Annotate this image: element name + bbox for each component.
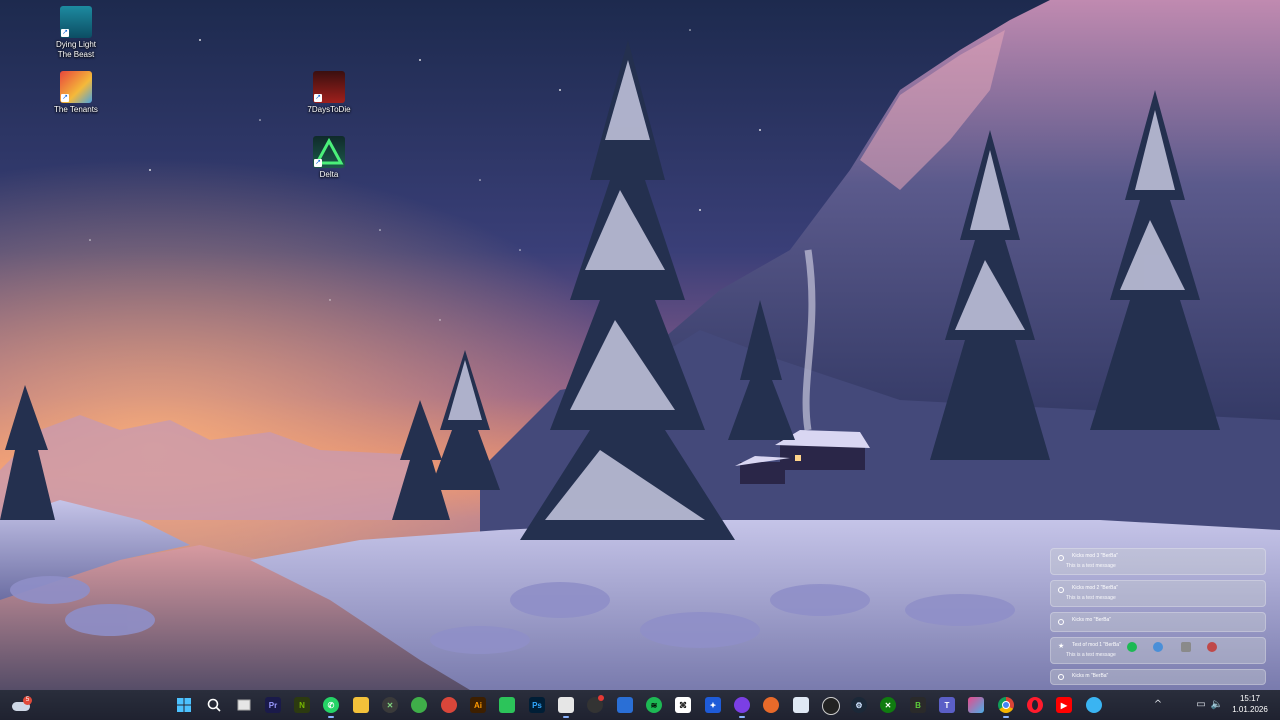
- notification-message: This is a test message: [1066, 595, 1116, 601]
- app-red-icon[interactable]: [441, 697, 457, 713]
- teams-icon[interactable]: T: [939, 697, 955, 713]
- capcut-icon[interactable]: ⌘: [675, 697, 691, 713]
- notification-title: Kicks mod 3 "BerBa": [1072, 553, 1119, 559]
- premiere-pro-icon[interactable]: Pr: [265, 697, 281, 713]
- file-explorer-icon[interactable]: [353, 697, 369, 713]
- desktop-icon-label-line1: Dying Light: [55, 40, 97, 49]
- notification-message: This is a test message: [1066, 563, 1116, 569]
- notification-toast[interactable]: Kicks mo "BerBa": [1050, 612, 1266, 632]
- bitdefender-mini-icon: [1181, 642, 1191, 652]
- app-green2-icon[interactable]: [499, 697, 515, 713]
- notification-app-icon: [1058, 619, 1064, 625]
- app-window-icon[interactable]: [793, 697, 809, 713]
- taskbar: 5 Pr N ✆ ✕ Ai Ps ≋ ⌘ ✦ ⚙ ✕ B T ▶ ^ ▭ 🔈: [0, 690, 1280, 720]
- desktop-shortcut-7-days-to-die[interactable]: ↗ 7DaysToDie: [291, 71, 367, 115]
- notification-toast[interactable]: Kicks mod 2 "BerBa" This is a test messa…: [1050, 580, 1266, 607]
- task-view-icon[interactable]: [236, 697, 252, 713]
- chrome-icon[interactable]: [998, 697, 1014, 718]
- desktop-icon-label-line2: The Beast: [57, 50, 95, 59]
- weather-badge: 5: [23, 696, 32, 705]
- network-icon[interactable]: ▭: [1194, 698, 1208, 712]
- notification-title: Kicks mo "BerBa": [1072, 617, 1112, 623]
- desktop-icon-label: 7DaysToDie: [307, 105, 351, 114]
- notification-app-icon: [1058, 555, 1064, 561]
- notification-title: Kicks mod 2 "BerBa": [1072, 585, 1119, 591]
- clock-time: 15:17: [1239, 694, 1261, 703]
- app-red-mini-icon: [1207, 642, 1217, 652]
- weather-widget[interactable]: 5: [12, 696, 32, 714]
- notification-title: Test of mod 1 "BerBa": [1072, 642, 1121, 648]
- delta-icon: ↗: [313, 136, 345, 168]
- nvidia-icon[interactable]: N: [294, 697, 310, 713]
- notification-toast[interactable]: Kicks mod 3 "BerBa" This is a test messa…: [1050, 548, 1266, 575]
- red-dot-icon: [598, 695, 604, 701]
- app-cyan-icon[interactable]: [1086, 697, 1102, 713]
- app-multi-icon[interactable]: [968, 697, 984, 713]
- youtube-icon[interactable]: ▶: [1056, 697, 1072, 713]
- start-icon[interactable]: [176, 697, 192, 713]
- desktop-shortcut-the-tenants[interactable]: ↗ The Tenants: [38, 71, 114, 115]
- star-icon: ★: [1058, 643, 1065, 650]
- desktop-icon-label: Delta: [319, 170, 339, 179]
- spotify-mini-icon: [1127, 642, 1137, 652]
- shortcut-arrow-icon: ↗: [314, 159, 322, 167]
- taskbar-clock[interactable]: 15:17 1.01.2026: [1228, 693, 1272, 715]
- opera-icon[interactable]: [1027, 697, 1043, 713]
- notification-title: Kicks m "BerBa": [1072, 673, 1109, 679]
- dying-light-icon: ↗: [60, 6, 92, 38]
- spotify-icon[interactable]: ≋: [646, 697, 662, 713]
- tray-overflow-chevron-icon[interactable]: ^: [1151, 698, 1165, 712]
- app-red-dot-icon[interactable]: [587, 695, 604, 713]
- volume-icon[interactable]: 🔈: [1210, 698, 1224, 712]
- obs-icon[interactable]: [822, 697, 840, 715]
- app-green-icon[interactable]: [411, 697, 427, 713]
- shortcut-arrow-icon: ↗: [61, 94, 69, 102]
- app-doc-icon[interactable]: [558, 697, 574, 718]
- desktop-icon-label: The Tenants: [54, 105, 98, 114]
- whatsapp-icon[interactable]: ✆: [323, 697, 339, 718]
- steam-icon[interactable]: ⚙: [851, 697, 867, 713]
- app-orange-icon[interactable]: [763, 697, 779, 713]
- search-icon[interactable]: [206, 697, 222, 713]
- notification-toast[interactable]: ★ Test of mod 1 "BerBa" This is a test m…: [1050, 637, 1266, 664]
- notification-message: This is a test message: [1066, 652, 1116, 658]
- clock-date: 1.01.2026: [1232, 705, 1268, 714]
- 7-days-to-die-icon: ↗: [313, 71, 345, 103]
- shortcut-arrow-icon: ↗: [314, 94, 322, 102]
- the-tenants-icon: ↗: [60, 71, 92, 103]
- notification-stack: Kicks mod 3 "BerBa" This is a test messa…: [1050, 548, 1266, 690]
- app-mini-icon: [1153, 642, 1163, 652]
- photoshop-icon[interactable]: Ps: [529, 697, 545, 713]
- notification-app-icon: [1058, 587, 1064, 593]
- shortcut-arrow-icon: ↗: [61, 29, 69, 37]
- app-dots-icon[interactable]: ✦: [705, 697, 721, 713]
- xbox-icon[interactable]: ✕: [382, 697, 398, 713]
- desktop-shortcut-dying-light[interactable]: ↗ Dying Light The Beast: [38, 6, 114, 60]
- notification-app-icon: [1058, 674, 1064, 680]
- illustrator-icon[interactable]: Ai: [470, 697, 486, 713]
- app-purple-icon[interactable]: [734, 697, 750, 718]
- xbox-app-icon[interactable]: ✕: [880, 697, 896, 713]
- notification-toast[interactable]: Kicks m "BerBa": [1050, 669, 1266, 685]
- bitdefender-icon[interactable]: B: [910, 697, 926, 713]
- desktop-shortcut-delta[interactable]: ↗ Delta: [291, 136, 367, 180]
- app-blue-icon[interactable]: [617, 697, 633, 713]
